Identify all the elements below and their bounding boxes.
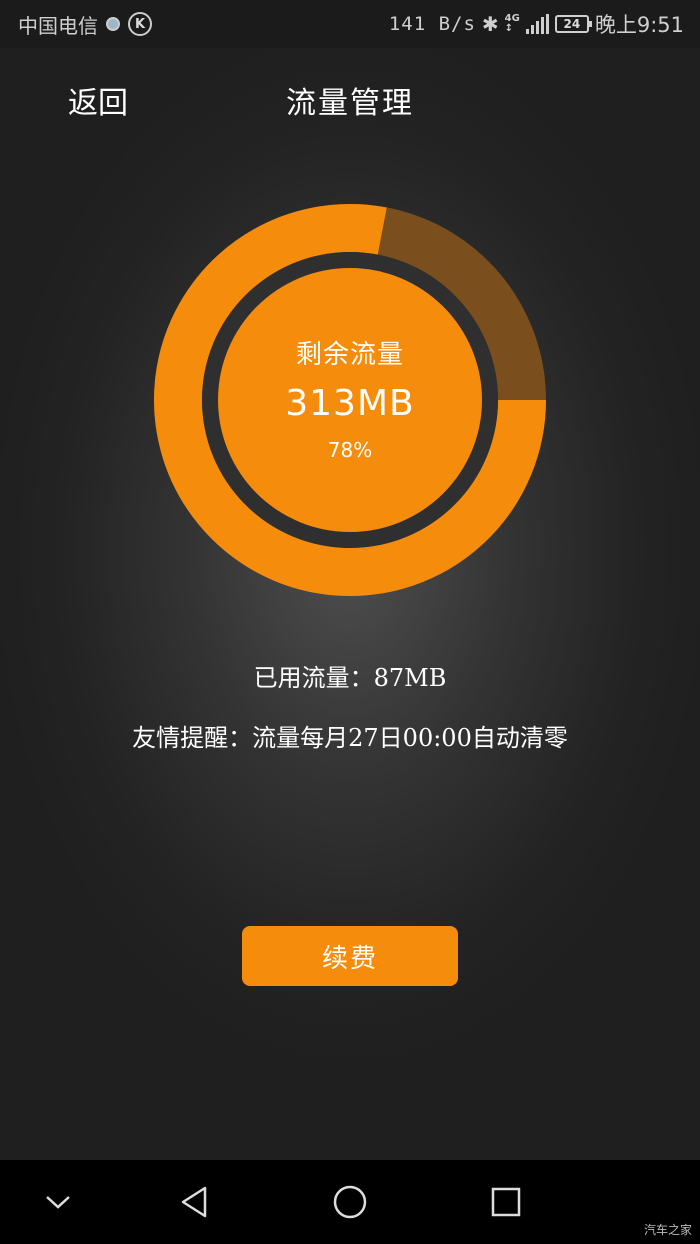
main-content: 返回 流量管理 剩余流量 313MB 78% 已用流量：87MB 友情提醒：流量… — [0, 48, 700, 1160]
triangle-back-icon — [181, 1186, 207, 1218]
signal-icon — [525, 14, 549, 34]
bluetooth-icon: ✱ — [481, 12, 499, 36]
remaining-percent: 78% — [327, 438, 373, 462]
watermark-text: 汽车之家 — [643, 1223, 692, 1237]
remaining-value: 313MB — [285, 383, 415, 424]
notification-app-icon — [106, 17, 120, 31]
recents-nav-button[interactable] — [486, 1182, 526, 1222]
page-title: 流量管理 — [286, 86, 414, 121]
chevron-down-icon — [46, 1196, 70, 1209]
status-right: 141 B/s ✱ 4G ↕ 24 晚上9:51 — [389, 9, 684, 39]
k-app-icon: K — [128, 12, 152, 36]
remaining-label: 剩余流量 — [295, 340, 404, 370]
network-type: 4G ↕ — [504, 13, 520, 34]
clock: 晚上9:51 — [594, 13, 684, 37]
used-data-text: 已用流量：87MB — [253, 664, 447, 692]
network-speed: 141 B/s — [388, 13, 476, 35]
navigation-bar: 汽车之家 — [0, 1160, 700, 1244]
home-nav-button[interactable] — [330, 1182, 370, 1222]
circle-home-icon — [333, 1185, 367, 1219]
back-nav-button[interactable] — [174, 1182, 214, 1222]
square-recents-icon — [491, 1187, 521, 1217]
status-bar: 中国电信 K 141 B/s ✱ 4G ↕ 24 晚上9:51 — [0, 0, 700, 48]
collapse-nav-button[interactable] — [38, 1182, 78, 1222]
renew-button[interactable]: 续费 — [242, 926, 458, 986]
gauge-text: 剩余流量 313MB 78% — [150, 200, 550, 600]
status-left: 中国电信 K — [18, 10, 152, 39]
carrier-name: 中国电信 — [18, 13, 98, 38]
reset-notice-text: 友情提醒：流量每月27日00:00自动清零 — [132, 724, 568, 752]
battery-icon: 24 — [554, 15, 592, 33]
